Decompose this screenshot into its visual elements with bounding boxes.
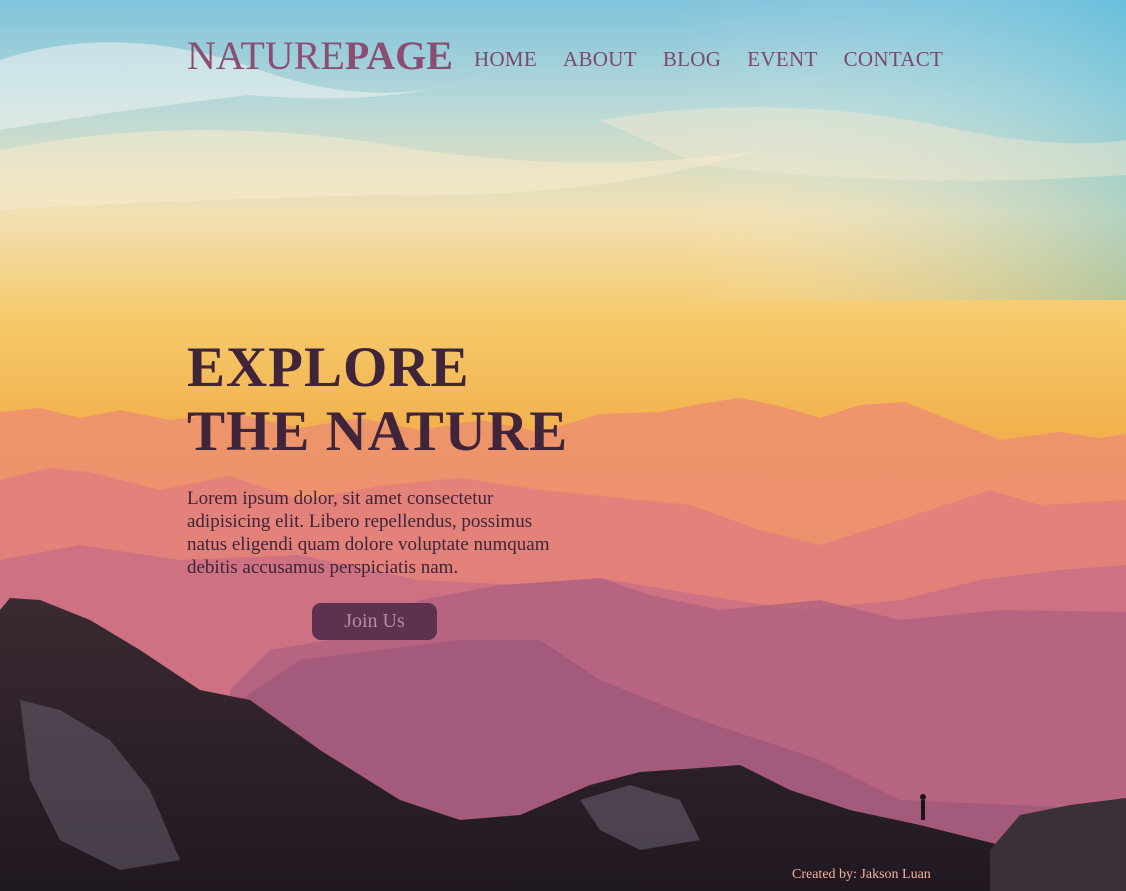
hero-headline-line-1: EXPLORE [187, 336, 470, 399]
hero-description: Lorem ipsum dolor, sit amet consectetur … [187, 488, 550, 578]
nav-link-home[interactable]: HOME [474, 48, 537, 70]
nav-item-home: HOME [474, 48, 537, 70]
nav-item-about: ABOUT [563, 48, 637, 70]
logo-text-nature: NATURE [187, 33, 345, 78]
author-credit: Created by: Jakson Luan [792, 867, 931, 882]
nav-item-blog: BLOG [663, 48, 721, 70]
nav-link-event[interactable]: EVENT [747, 48, 817, 70]
hero-headline-line-2: THE NATURE [187, 400, 569, 463]
nav-link-contact[interactable]: CONTACT [844, 48, 944, 70]
main-navigation: HOME ABOUT BLOG EVENT CONTACT [474, 48, 969, 70]
nav-link-about[interactable]: ABOUT [563, 48, 637, 70]
join-us-button[interactable]: Join Us [312, 603, 437, 640]
logo-text-page: PAGE [344, 33, 453, 78]
hero-headline: EXPLORE THE NATURE [187, 336, 568, 464]
site-logo[interactable]: NATUREPAGE [187, 36, 453, 76]
nav-item-event: EVENT [747, 48, 817, 70]
nav-item-contact: CONTACT [844, 48, 944, 70]
nav-link-blog[interactable]: BLOG [663, 48, 721, 70]
